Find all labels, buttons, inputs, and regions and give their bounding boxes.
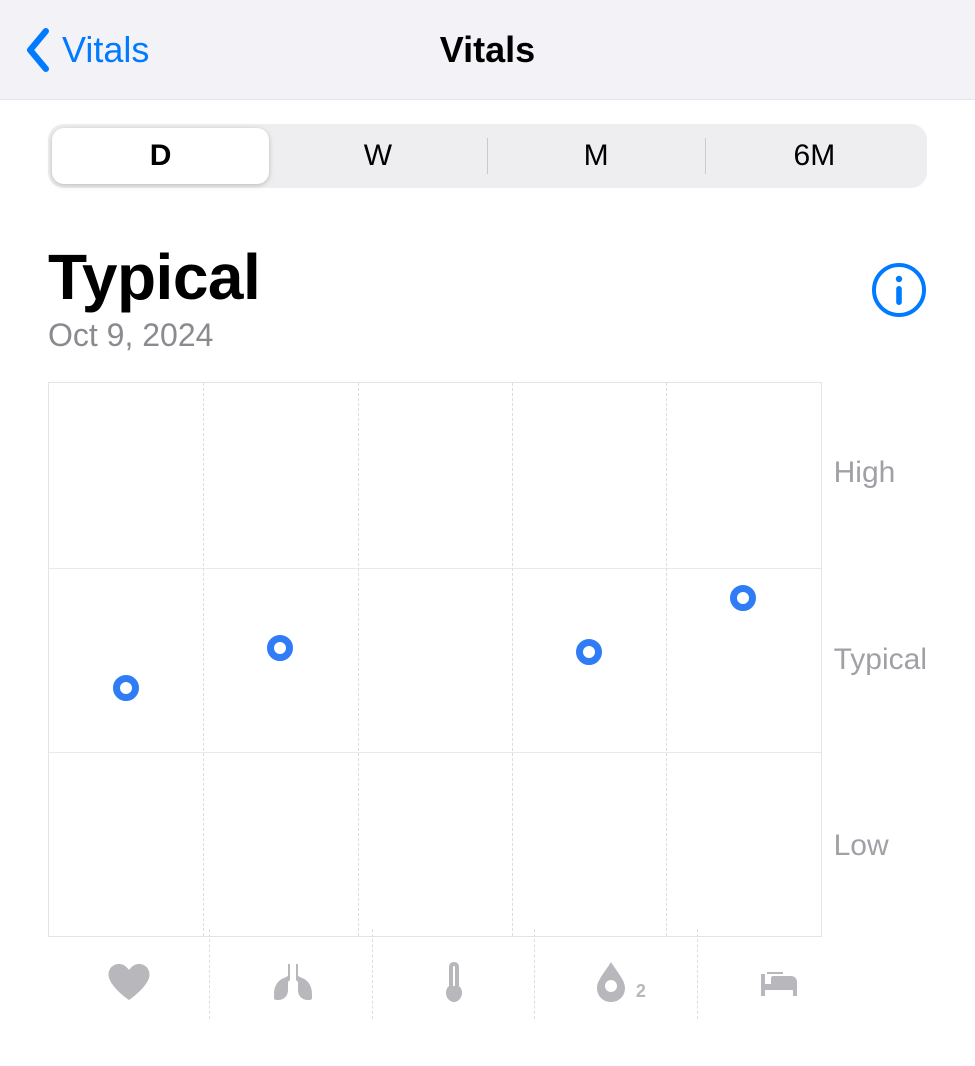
- x-icon-respiratory-rate[interactable]: [210, 937, 372, 1027]
- segment-six-months[interactable]: 6M: [706, 128, 923, 184]
- info-button[interactable]: [871, 262, 927, 318]
- navigation-bar: Vitals Vitals: [0, 0, 975, 100]
- heart-icon: [105, 958, 153, 1006]
- gridline-v4: [666, 383, 667, 936]
- segment-label: M: [584, 139, 609, 173]
- segment-month[interactable]: M: [488, 128, 705, 184]
- thermometer-icon: [430, 958, 478, 1006]
- lungs-icon: [268, 958, 316, 1006]
- y-axis-labels: High Typical Low: [822, 382, 927, 937]
- y-label-high: High: [834, 456, 927, 490]
- gridline-typical-low: [49, 752, 821, 753]
- info-circle-icon: [871, 262, 927, 318]
- segment-day[interactable]: D: [52, 128, 269, 184]
- data-point-sleep-duration[interactable]: [730, 585, 756, 611]
- segment-week[interactable]: W: [269, 128, 486, 184]
- bed-icon: [755, 958, 803, 1006]
- status-heading: Typical: [48, 244, 260, 311]
- back-button[interactable]: Vitals: [0, 28, 149, 72]
- o2-subscript: 2: [636, 981, 646, 1002]
- data-point-heart-rate[interactable]: [113, 675, 139, 701]
- segment-label: D: [150, 139, 172, 173]
- y-label-typical: Typical: [834, 643, 927, 677]
- x-icon-blood-oxygen[interactable]: 2: [535, 937, 697, 1027]
- gridline-v2: [358, 383, 359, 936]
- x-icon-heart-rate[interactable]: [48, 937, 210, 1027]
- chart-plot-area[interactable]: [48, 382, 822, 937]
- x-icon-sleep-duration[interactable]: [698, 937, 860, 1027]
- blood-oxygen-icon: [587, 958, 635, 1006]
- x-axis-icons: 2: [48, 937, 860, 1027]
- x-icon-wrist-temperature[interactable]: [373, 937, 535, 1027]
- data-point-respiratory-rate[interactable]: [267, 635, 293, 661]
- segment-label: 6M: [794, 139, 836, 173]
- back-label: Vitals: [62, 29, 149, 71]
- segment-label: W: [364, 139, 392, 173]
- gridline-v3: [512, 383, 513, 936]
- chevron-left-icon: [24, 28, 52, 72]
- data-point-blood-oxygen[interactable]: [576, 639, 602, 665]
- gridline-v1: [203, 383, 204, 936]
- date-label: Oct 9, 2024: [48, 317, 260, 354]
- vitals-chart: High Typical Low: [48, 382, 927, 937]
- page-title: Vitals: [440, 29, 535, 71]
- y-label-low: Low: [834, 829, 927, 863]
- time-range-segmented-control[interactable]: D W M 6M: [48, 124, 927, 188]
- gridline-high-typical: [49, 568, 821, 569]
